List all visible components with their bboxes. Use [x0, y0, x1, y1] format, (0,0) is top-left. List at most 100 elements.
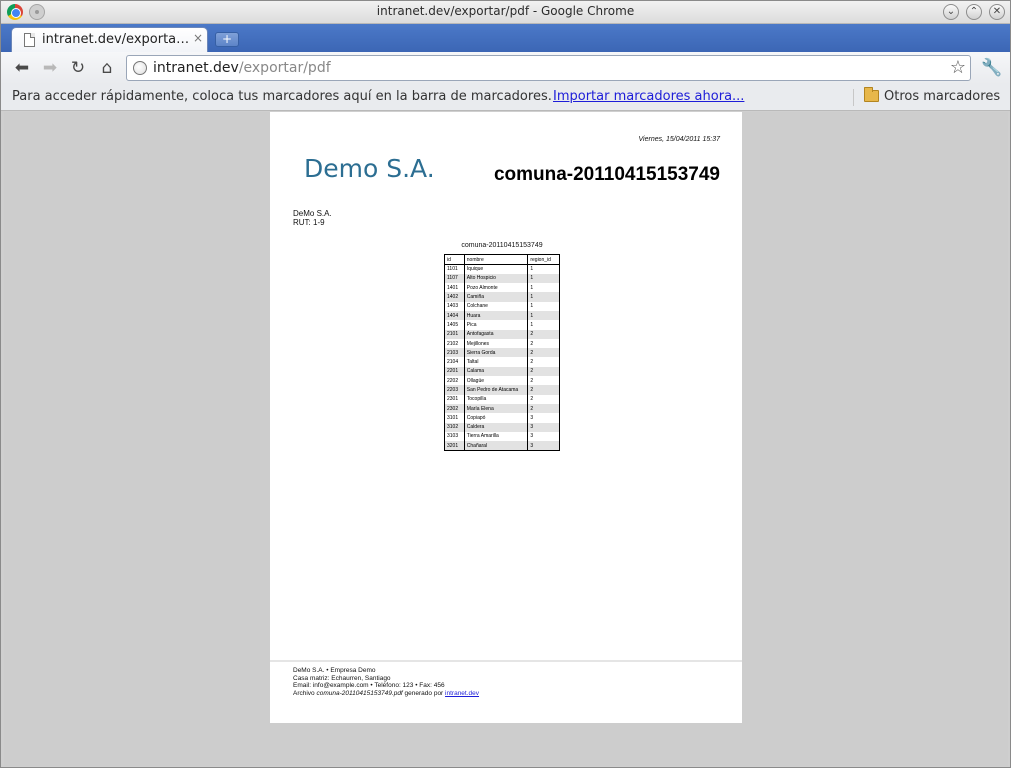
cell-nombre: Sierra Gorda	[463, 348, 528, 358]
bookmarks-bar: Para acceder rápidamente, coloca tus mar…	[1, 84, 1010, 111]
cell-region-id: 2	[527, 366, 560, 377]
cell-nombre: Copiapó	[463, 413, 528, 423]
table-row: 2302 María Elena 2	[444, 403, 560, 414]
company-rut: RUT: 1-9	[293, 218, 325, 227]
maximize-icon[interactable]: ⌃	[966, 4, 982, 20]
cell-nombre: Alto Hospicio	[463, 273, 528, 284]
cell-id: 3102	[444, 422, 465, 432]
cell-nombre: Camiña	[463, 292, 528, 302]
footer-line-company: DeMo S.A. • Empresa Demo	[293, 667, 376, 674]
cell-region-id: 3	[527, 413, 560, 423]
cell-id: 2104	[444, 357, 465, 367]
table-row: 3201 Chañaral 3	[444, 441, 560, 451]
reload-icon[interactable]: ↻	[68, 58, 88, 78]
cell-id: 1107	[444, 273, 465, 284]
globe-icon	[133, 61, 147, 75]
table-row: 1402 Camiña 1	[444, 292, 560, 302]
table-row: 2203 San Pedro de Atacama 2	[444, 385, 560, 395]
cell-region-id: 1	[527, 301, 560, 311]
table-row: 1403 Colchane 1	[444, 301, 560, 311]
column-header-nombre: nombre	[463, 254, 528, 265]
url-text[interactable]: intranet.dev/exportar/pdf	[153, 60, 331, 76]
table-body: 1101 Iquique 1 1107 Alto Hospicio 1 1401 Pozo A…	[444, 264, 560, 451]
footer-intranet-link[interactable]: intranet.dev	[445, 690, 479, 697]
cell-nombre: Calama	[463, 366, 528, 377]
cell-id: 3201	[444, 441, 465, 451]
pdf-date: Viernes, 15/04/2011 15:37	[638, 136, 720, 143]
cell-region-id: 3	[527, 422, 560, 432]
toolbar: ⬅ ➡ ↻ ⌂ intranet.dev/exportar/pdf ☆ 🔧	[1, 52, 1010, 84]
cell-nombre: Tocopilla	[463, 394, 528, 404]
cell-nombre: Pozo Almonte	[463, 283, 528, 293]
back-arrow-icon[interactable]: ⬅	[12, 58, 32, 78]
table-row: 1405 Pica 1	[444, 320, 560, 330]
cell-nombre: Mejillones	[463, 338, 528, 349]
tab-strip: intranet.dev/exporta… × +	[1, 24, 1010, 52]
cell-id: 2102	[444, 338, 465, 349]
cell-id: 3101	[444, 413, 465, 423]
import-bookmarks-link[interactable]: Importar marcadores ahora...	[553, 89, 744, 104]
footer-prefix: Archivo	[293, 689, 317, 697]
table-row: 3101 Copiapó 3	[444, 413, 560, 423]
cell-region-id: 2	[527, 329, 560, 339]
tab-close-icon[interactable]: ×	[193, 31, 203, 45]
footer-generated-by: generado por	[402, 689, 446, 697]
bookmark-star-icon[interactable]: ☆	[950, 57, 966, 78]
cell-id: 3103	[444, 431, 465, 442]
cell-id: 2203	[444, 385, 465, 395]
cell-id: 1403	[444, 301, 465, 311]
cell-id: 2103	[444, 348, 465, 358]
bookmarks-hint-text: Para acceder rápidamente, coloca tus mar…	[12, 89, 552, 104]
cell-nombre: Iquique	[463, 264, 528, 274]
company-info: DeMo S.A. RUT: 1-9	[293, 209, 332, 227]
forward-arrow-icon[interactable]: ➡	[40, 58, 60, 78]
cell-nombre: María Elena	[463, 403, 528, 414]
cell-id: 1101	[444, 264, 465, 274]
cell-region-id: 2	[527, 385, 560, 395]
wrench-menu-icon[interactable]: 🔧	[981, 58, 1002, 78]
footer-line-address: Casa matriz: Echaurren, Santiago	[293, 674, 391, 682]
cell-region-id: 2	[527, 403, 560, 414]
cell-region-id: 1	[527, 273, 560, 284]
cell-region-id: 2	[527, 338, 560, 349]
column-header-region-id: region_id	[527, 254, 560, 265]
pdf-document-title: comuna-20110415153749	[493, 164, 720, 185]
cell-nombre: San Pedro de Atacama	[463, 385, 528, 395]
table-row: 3102 Caldera 3	[444, 422, 560, 432]
close-window-icon[interactable]: ✕	[989, 4, 1005, 20]
table-row: 2301 Tocopilla 2	[444, 394, 560, 404]
cell-nombre: Pica	[463, 320, 528, 330]
address-bar[interactable]: intranet.dev/exportar/pdf ☆	[126, 55, 971, 81]
minimize-icon[interactable]: ⌄	[943, 4, 959, 20]
other-bookmarks-button[interactable]: Otros marcadores	[884, 89, 1000, 104]
cell-region-id: 2	[527, 376, 560, 386]
table-row: 2104 Taltal 2	[444, 357, 560, 367]
cell-nombre: Chañaral	[463, 441, 528, 451]
pdf-footer: DeMo S.A. • Empresa Demo Casa matriz: Ec…	[293, 667, 479, 697]
table-row: 1401 Pozo Almonte 1	[444, 283, 560, 293]
cell-nombre: Caldera	[463, 422, 528, 432]
cell-region-id: 1	[527, 310, 560, 321]
title-bar: intranet.dev/exportar/pdf - Google Chrom…	[1, 1, 1010, 24]
table-row: 1107 Alto Hospicio 1	[444, 273, 560, 284]
url-path: /exportar/pdf	[238, 60, 331, 76]
cell-region-id: 3	[527, 441, 560, 451]
url-host: intranet.dev	[153, 60, 239, 76]
cell-region-id: 1	[527, 264, 560, 274]
tab-active[interactable]: intranet.dev/exporta… ×	[11, 27, 208, 52]
table-row: 1404 Huara 1	[444, 310, 560, 321]
cell-region-id: 3	[527, 431, 560, 442]
cell-id: 1401	[444, 283, 465, 293]
cell-region-id: 1	[527, 320, 560, 330]
cell-region-id: 2	[527, 394, 560, 404]
footer-line-contact: Email: info@example.com • Teléfono: 123 …	[293, 682, 445, 689]
new-tab-button[interactable]: +	[215, 32, 239, 47]
table-row: 1101 Iquique 1	[444, 264, 560, 274]
table-caption: comuna-20110415153749	[461, 242, 543, 249]
browser-window: intranet.dev/exportar/pdf - Google Chrom…	[0, 0, 1011, 768]
cell-id: 2201	[444, 366, 465, 377]
cell-id: 1405	[444, 320, 465, 330]
home-icon[interactable]: ⌂	[97, 58, 117, 78]
cell-nombre: Tierra Amarilla	[463, 431, 528, 442]
folder-icon[interactable]	[864, 87, 879, 102]
